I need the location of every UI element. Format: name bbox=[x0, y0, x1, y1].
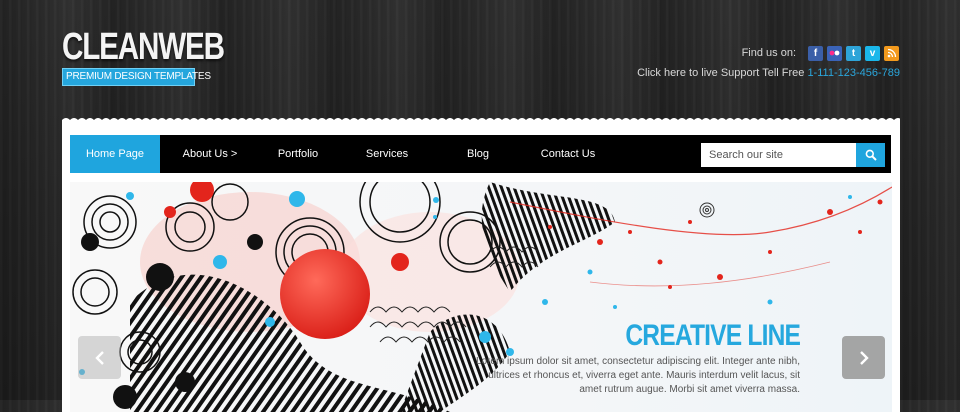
nav-about[interactable]: About Us > bbox=[165, 135, 255, 173]
vimeo-icon[interactable]: v bbox=[865, 45, 880, 61]
logo-tagline: PREMIUM DESIGN TEMPLATES bbox=[62, 68, 211, 86]
facebook-icon[interactable]: f bbox=[808, 45, 823, 61]
main-panel: Home Page About Us > Portfolio Services … bbox=[62, 118, 900, 412]
search-icon bbox=[865, 149, 877, 161]
slider-prev-button[interactable] bbox=[78, 336, 121, 379]
find-us-label: Find us on: bbox=[741, 47, 796, 59]
nav-services[interactable]: Services bbox=[342, 135, 432, 173]
chevron-left-icon bbox=[94, 350, 104, 365]
slide-description: Lorem ipsum dolor sit amet, consectetur … bbox=[475, 356, 800, 395]
support-phone[interactable]: 1-111-123-456-789 bbox=[807, 67, 900, 79]
slide-title: CREATIVE LINE bbox=[625, 319, 801, 352]
twitter-icon[interactable]: t bbox=[846, 45, 861, 61]
nav-home[interactable]: Home Page bbox=[70, 135, 160, 173]
nav-blog[interactable]: Blog bbox=[433, 135, 523, 173]
main-nav: Home Page About Us > Portfolio Services … bbox=[70, 135, 891, 173]
search-input[interactable] bbox=[701, 143, 856, 167]
live-support-link[interactable]: Click here to live Support Tell Free 1-1… bbox=[637, 67, 900, 79]
logo-text: CLEANWEB bbox=[62, 26, 225, 68]
logo[interactable]: CLEANWEB PREMIUM DESIGN TEMPLATES bbox=[62, 26, 270, 86]
support-text: Click here to live Support Tell Free bbox=[637, 67, 808, 79]
nav-contact[interactable]: Contact Us bbox=[523, 135, 613, 173]
rss-icon[interactable] bbox=[884, 45, 899, 61]
nav-portfolio[interactable]: Portfolio bbox=[253, 135, 343, 173]
flickr-icon[interactable] bbox=[827, 45, 842, 61]
chevron-right-icon bbox=[859, 350, 869, 365]
search-button[interactable] bbox=[856, 143, 885, 167]
scalloped-edge bbox=[62, 118, 900, 124]
slider-next-button[interactable] bbox=[842, 336, 885, 379]
hero-slider: CREATIVE LINE Lorem ipsum dolor sit amet… bbox=[70, 182, 892, 412]
social-links: Find us on: f t v bbox=[742, 44, 899, 62]
search-box bbox=[701, 143, 885, 167]
